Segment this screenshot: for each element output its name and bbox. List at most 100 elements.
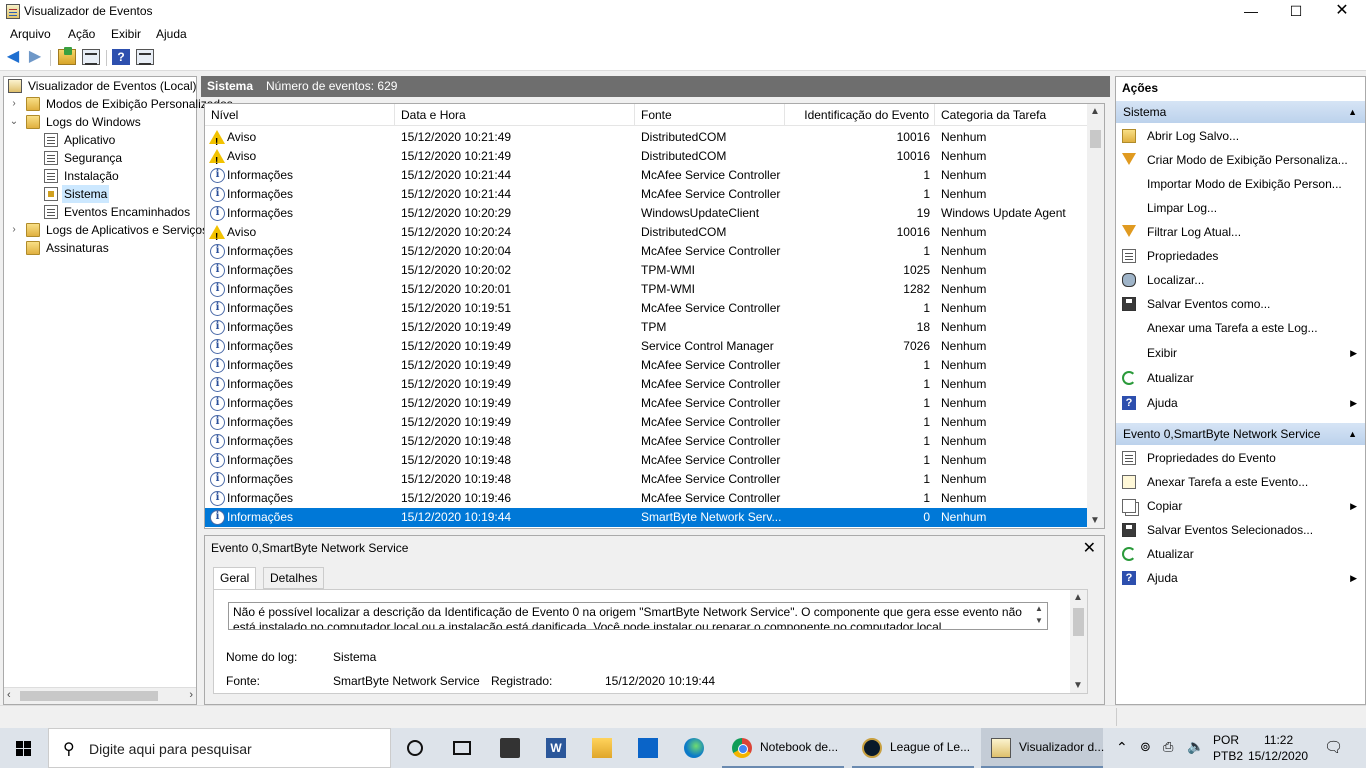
column-header-date[interactable]: Data e Hora: [395, 104, 635, 126]
table-row[interactable]: i Informações 15/12/2020 10:19:48 McAfee Se…: [205, 432, 1089, 451]
start-button[interactable]: [0, 728, 48, 768]
action-item[interactable]: Anexar Tarefa a este Evento...: [1116, 471, 1365, 493]
table-row[interactable]: i Informações 15/12/2020 10:19:48 McAfee Se…: [205, 451, 1089, 470]
volume-icon[interactable]: 🔈: [1187, 738, 1204, 755]
scroll-right-icon[interactable]: ›: [189, 689, 193, 701]
cortana-button[interactable]: [397, 728, 437, 768]
action-item[interactable]: ? Ajuda ▶: [1116, 567, 1365, 589]
menu-ajuda[interactable]: Ajuda: [156, 27, 187, 41]
scroll-thumb[interactable]: [1073, 608, 1084, 636]
up-folder-icon[interactable]: [58, 47, 76, 65]
word-button[interactable]: W: [536, 728, 580, 768]
column-header-source[interactable]: Fonte: [635, 104, 785, 126]
column-header-level[interactable]: Nível: [205, 104, 395, 126]
table-row[interactable]: i Informações 15/12/2020 10:19:49 TPM 18 Nenh…: [205, 318, 1089, 337]
table-row[interactable]: i Informações 15/12/2020 10:19:49 McAfee Se…: [205, 413, 1089, 432]
column-header-event-id[interactable]: Identificação do Evento: [785, 104, 935, 126]
actions-section-sistema[interactable]: Sistema ▲: [1116, 101, 1365, 123]
action-item[interactable]: Anexar uma Tarefa a este Log...: [1116, 317, 1365, 339]
scroll-left-icon[interactable]: ‹: [7, 689, 11, 701]
forward-arrow-icon[interactable]: ▶: [26, 49, 44, 65]
table-row[interactable]: i Informações 15/12/2020 10:19:44 SmartByte…: [205, 508, 1089, 527]
column-header-category[interactable]: Categoria da Tarefa: [935, 104, 1089, 126]
menu-exibir[interactable]: Exibir: [111, 27, 141, 41]
table-row[interactable]: i Informações 15/12/2020 10:20:01 TPM-WMI 12…: [205, 280, 1089, 299]
detail-close-icon[interactable]: ✕: [1083, 538, 1096, 558]
close-button[interactable]: ✕: [1319, 0, 1365, 24]
task-view-button[interactable]: [443, 728, 483, 768]
event-description[interactable]: Não é possível localizar a descrição da …: [228, 602, 1048, 630]
table-row[interactable]: i Informações 15/12/2020 10:20:04 McAfee Se…: [205, 242, 1089, 261]
table-row[interactable]: i Informações 15/12/2020 10:21:44 McAfee Se…: [205, 185, 1089, 204]
tab-detalhes[interactable]: Detalhes: [263, 567, 325, 589]
table-row[interactable]: i Informações 15/12/2020 10:19:49 Service C…: [205, 337, 1089, 356]
tab-geral[interactable]: Geral: [213, 567, 257, 590]
collapse-icon[interactable]: ▲: [1348, 423, 1357, 445]
action-item[interactable]: Importar Modo de Exibição Person...: [1116, 173, 1365, 195]
action-item[interactable]: Localizar...: [1116, 269, 1365, 291]
action-item[interactable]: Atualizar: [1116, 367, 1365, 389]
keyboard-layout[interactable]: PTB2: [1213, 749, 1243, 763]
actions-section-event[interactable]: Evento 0,SmartByte Network Service ▲: [1116, 423, 1365, 445]
maximize-button[interactable]: ☐: [1273, 0, 1319, 24]
table-row[interactable]: Aviso 15/12/2020 10:21:49 DistributedCOM 10…: [205, 147, 1089, 171]
chevron-down-icon[interactable]: ⌄: [8, 113, 20, 131]
file-explorer-button[interactable]: [582, 728, 626, 768]
help-icon[interactable]: ?: [112, 49, 130, 65]
table-row[interactable]: i Informações 15/12/2020 10:20:02 TPM-WMI 10…: [205, 261, 1089, 280]
table-row[interactable]: i Informações 15/12/2020 10:19:51 McAfee Se…: [205, 299, 1089, 318]
printer-icon[interactable]: ⎙: [1163, 739, 1173, 755]
language-indicator[interactable]: POR: [1213, 733, 1239, 747]
collapse-icon[interactable]: ▲: [1348, 101, 1357, 123]
network-status-icon[interactable]: ⊚: [1140, 739, 1151, 755]
grid-vertical-scrollbar[interactable]: ▲ ▼: [1087, 104, 1104, 528]
table-row[interactable]: i Informações 15/12/2020 10:19:46 McAfee Se…: [205, 489, 1089, 508]
table-row[interactable]: i Informações 15/12/2020 10:19:49 McAfee Se…: [205, 394, 1089, 413]
scroll-thumb[interactable]: [20, 691, 158, 701]
edge-button[interactable]: [674, 728, 718, 768]
taskbar-app-event-viewer[interactable]: Visualizador d...: [981, 728, 1104, 768]
scroll-up-icon[interactable]: ▲: [1090, 106, 1100, 117]
table-row[interactable]: i Informações 15/12/2020 10:19:49 McAfee Se…: [205, 375, 1089, 394]
chevron-right-icon[interactable]: ›: [8, 221, 20, 239]
action-item[interactable]: Criar Modo de Exibição Personaliza...: [1116, 149, 1365, 171]
notifications-icon[interactable]: 🗨: [1324, 738, 1343, 756]
action-item[interactable]: Atualizar: [1116, 543, 1365, 565]
table-row[interactable]: i Informações 15/12/2020 10:20:29 WindowsUp…: [205, 204, 1089, 223]
action-item[interactable]: Limpar Log...: [1116, 197, 1365, 219]
action-item[interactable]: ? Ajuda ▶: [1116, 392, 1365, 414]
action-item[interactable]: Exibir ▶: [1116, 342, 1365, 364]
detail-vertical-scrollbar[interactable]: ▲ ▼: [1070, 590, 1087, 693]
show-hidden-icons-icon[interactable]: ⌃: [1116, 739, 1128, 756]
scroll-down-icon[interactable]: ▼: [1090, 515, 1100, 526]
taskbar-search[interactable]: ⚲ Digite aqui para pesquisar: [48, 728, 391, 768]
table-row[interactable]: Aviso 15/12/2020 10:21:49 DistributedCOM 10…: [205, 128, 1089, 152]
show-hide-action-pane-icon[interactable]: [136, 49, 154, 65]
mail-button[interactable]: [628, 728, 672, 768]
table-row[interactable]: i Informações 15/12/2020 10:19:49 McAfee Se…: [205, 356, 1089, 375]
chevron-right-icon[interactable]: ›: [8, 95, 20, 113]
action-item[interactable]: Salvar Eventos Selecionados...: [1116, 519, 1365, 541]
menu-arquivo[interactable]: Arquivo: [10, 27, 51, 41]
clock-time[interactable]: 11:22: [1264, 733, 1293, 747]
menu-acao[interactable]: Ação: [68, 27, 95, 41]
scroll-thumb[interactable]: [1090, 130, 1101, 148]
action-item[interactable]: Salvar Eventos como...: [1116, 293, 1365, 315]
store-button[interactable]: [490, 728, 534, 768]
taskbar-app-chrome[interactable]: Notebook de...: [722, 728, 844, 768]
table-row[interactable]: i Informações 15/12/2020 10:19:48 McAfee Se…: [205, 470, 1089, 489]
action-item[interactable]: Copiar ▶: [1116, 495, 1365, 517]
minimize-button[interactable]: —: [1228, 0, 1274, 24]
action-item[interactable]: Propriedades do Evento: [1116, 447, 1365, 469]
scroll-up-icon[interactable]: ▲: [1073, 592, 1083, 603]
back-arrow-icon[interactable]: ◀: [4, 49, 22, 65]
table-row[interactable]: i Informações 15/12/2020 10:21:44 McAfee Se…: [205, 166, 1089, 185]
action-item[interactable]: Filtrar Log Atual...: [1116, 221, 1365, 243]
description-scroll-icon[interactable]: ▲ ▼: [1033, 603, 1045, 627]
action-item[interactable]: Propriedades: [1116, 245, 1365, 267]
tree-horizontal-scrollbar[interactable]: ‹ ›: [4, 687, 196, 704]
table-row[interactable]: Aviso 15/12/2020 10:20:24 DistributedCOM 10…: [205, 223, 1089, 247]
clock-date[interactable]: 15/12/2020: [1248, 749, 1308, 763]
show-hide-tree-icon[interactable]: [82, 49, 100, 65]
scroll-down-icon[interactable]: ▼: [1073, 680, 1083, 691]
